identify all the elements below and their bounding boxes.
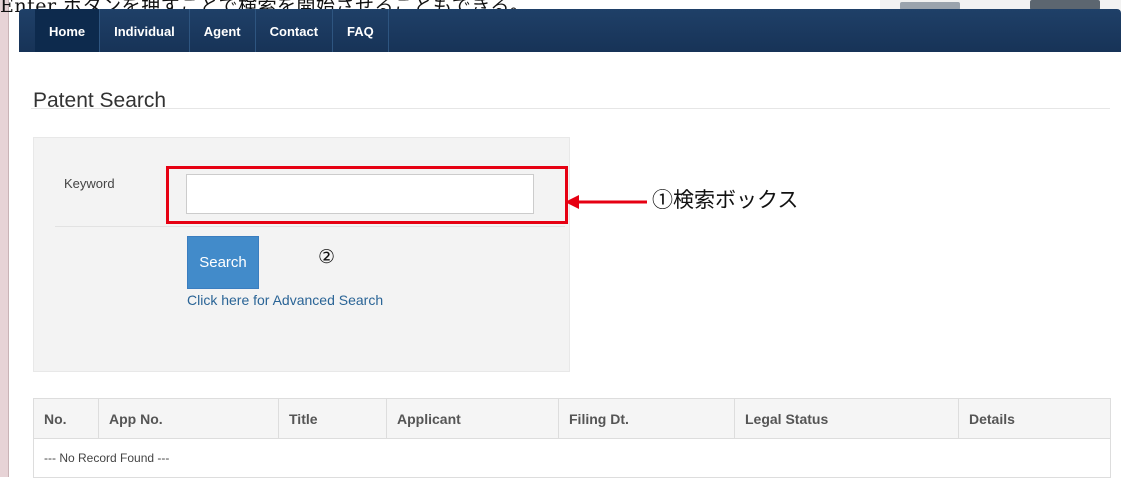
top-navbar: Home Individual Agent Contact FAQ: [19, 9, 1121, 52]
column-header-title[interactable]: Title: [278, 398, 387, 439]
search-box-highlight: [166, 166, 568, 224]
nav-item-agent[interactable]: Agent: [190, 9, 256, 52]
nav-item-individual[interactable]: Individual: [100, 9, 190, 52]
nav-menu: Home Individual Agent Contact FAQ: [35, 9, 389, 52]
results-table: No. App No. Title Applicant Filing Dt. L…: [33, 398, 1111, 478]
page-title: Patent Search: [33, 89, 167, 113]
column-header-app-no[interactable]: App No.: [98, 398, 279, 439]
search-button[interactable]: Search: [187, 236, 259, 289]
annotation-arrow-icon: [565, 195, 647, 209]
search-button-annotation: ②: [318, 246, 336, 268]
results-header-row: No. App No. Title Applicant Filing Dt. L…: [33, 398, 1111, 439]
nav-item-faq[interactable]: FAQ: [333, 9, 389, 52]
page-edge-line: [8, 0, 9, 477]
table-row: --- No Record Found ---: [33, 438, 1111, 478]
page-edge: [0, 0, 8, 477]
keyword-row-divider: [55, 226, 565, 227]
column-header-filing-date[interactable]: Filing Dt.: [558, 398, 735, 439]
advanced-search-link[interactable]: Click here for Advanced Search: [187, 292, 383, 308]
nav-item-home[interactable]: Home: [35, 9, 101, 52]
title-divider: [31, 108, 1110, 109]
column-header-details[interactable]: Details: [958, 398, 1111, 439]
column-header-applicant[interactable]: Applicant: [386, 398, 559, 439]
search-box-annotation: ①検索ボックス: [652, 188, 799, 212]
no-record-message: --- No Record Found ---: [33, 438, 1111, 478]
column-header-no[interactable]: No.: [33, 398, 99, 439]
column-header-legal-status[interactable]: Legal Status: [734, 398, 959, 439]
keyword-label: Keyword: [64, 176, 115, 191]
nav-item-contact[interactable]: Contact: [256, 9, 334, 52]
